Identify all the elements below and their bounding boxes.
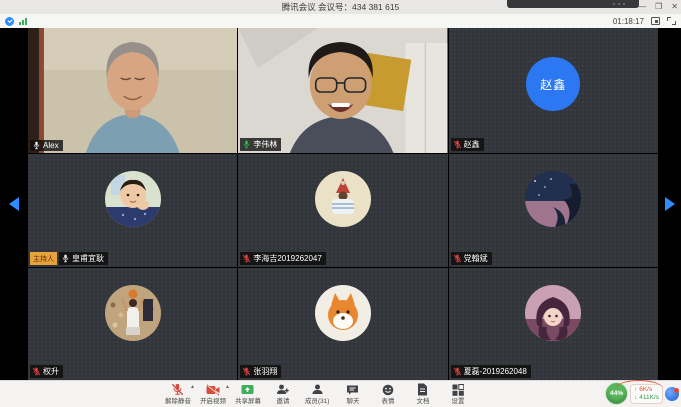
cpu-percent: 44% [610, 390, 623, 397]
avatar [315, 285, 371, 341]
next-page-arrow[interactable] [665, 197, 675, 211]
participant-name: 党翰斌 [464, 253, 488, 264]
network-signal-icon[interactable] [19, 17, 27, 25]
participant-name: 李伟林 [253, 139, 277, 150]
chat-bubble-icon [346, 382, 359, 396]
avatar: 赵鑫 [526, 57, 580, 111]
participant-name: 皇甫宜耿 [72, 253, 104, 264]
window-controls: — ❐ ✕ [638, 0, 678, 14]
prev-page-arrow[interactable] [9, 197, 19, 211]
avatar [315, 171, 371, 227]
share-screen-icon [241, 382, 254, 396]
mic-muted-icon [242, 254, 251, 263]
start-video-button[interactable]: ▲ 开启视频 [195, 382, 230, 407]
window-titlebar: 腾讯会议 会议号：434 381 615 — ❐ ✕ [0, 0, 681, 14]
window-title: 腾讯会议 会议号：434 381 615 [282, 1, 400, 13]
participant-name: 李海吉2019262047 [253, 253, 322, 264]
members-button[interactable]: 成员(31) [300, 382, 335, 407]
video-frame [28, 28, 237, 153]
video-stage: Alex [0, 28, 681, 380]
mic-on-icon [32, 141, 41, 150]
minimize-button[interactable]: — [638, 0, 646, 14]
settings-button[interactable]: 设置 [440, 382, 475, 407]
network-stats: ↑ 6K/s ↓ 411K/s [630, 384, 663, 404]
docs-button[interactable]: 文档 [405, 382, 440, 407]
video-tile-danghanbin[interactable]: 党翰斌 [449, 154, 658, 267]
mic-muted-icon [32, 367, 41, 376]
mic-muted-icon [453, 367, 462, 376]
upload-arrow-icon: ↑ [634, 386, 637, 393]
emoji-button[interactable]: 表情 [370, 382, 405, 407]
share-screen-button[interactable]: 共享屏幕 [230, 382, 265, 407]
avatar [525, 171, 581, 227]
participant-name: 夏磊-2019262048 [464, 366, 527, 377]
screenshot-icon[interactable] [651, 17, 660, 25]
security-shield-icon[interactable] [5, 17, 14, 26]
avatar [105, 285, 161, 341]
avatar-initials: 赵鑫 [540, 76, 566, 93]
invite-button[interactable]: 邀请 [265, 382, 300, 407]
chat-button[interactable]: 聊天 [335, 382, 370, 407]
meeting-toolbar: ▲ 解除静音 ▲ 开启视频 共享屏幕 邀请 [0, 380, 681, 407]
video-frame [238, 28, 447, 153]
notification-overlay-bar [507, 0, 639, 8]
members-icon [311, 382, 324, 396]
fullscreen-icon[interactable] [667, 17, 676, 25]
mic-muted-icon [453, 140, 462, 149]
meeting-statusbar: 01:18:17 [0, 14, 681, 28]
mic-muted-icon [171, 382, 184, 396]
video-tile-xialei[interactable]: 夏磊-2019262048 [449, 268, 658, 380]
avatar [105, 171, 161, 227]
video-tile-alex[interactable]: Alex [28, 28, 237, 153]
security-ball-icon[interactable] [665, 387, 679, 401]
download-arrow-icon: ↓ [634, 394, 637, 401]
participant-grid: Alex [28, 28, 658, 380]
smiley-icon [382, 382, 394, 396]
unmute-button[interactable]: ▲ 解除静音 [160, 382, 195, 407]
invite-person-icon [276, 382, 289, 396]
video-tile-zhaoxin[interactable]: 赵鑫 赵鑫 [449, 28, 658, 153]
mic-on-icon [61, 254, 70, 263]
system-monitor-widget[interactable]: 44% ↑ 6K/s ↓ 411K/s [605, 382, 679, 405]
close-button[interactable]: ✕ [671, 0, 678, 14]
camera-off-icon [206, 382, 220, 396]
mic-muted-icon [242, 367, 251, 376]
upload-speed: 6K/s [639, 386, 652, 393]
participant-name: Alex [43, 141, 59, 150]
video-tile-liweilin[interactable]: 李伟林 [238, 28, 447, 153]
participant-name: 张羽翔 [253, 366, 277, 377]
layout-grid-icon [452, 382, 464, 396]
host-badge: 主持人 [30, 252, 57, 265]
mic-muted-icon [453, 254, 462, 263]
download-speed: 411K/s [639, 394, 659, 401]
mic-speaking-icon [242, 140, 251, 149]
participant-name: 赵鑫 [464, 139, 480, 150]
video-tile-zhangyuxiang[interactable]: 张羽翔 [238, 268, 447, 380]
page-right-column [658, 28, 681, 380]
participant-name: 权升 [43, 366, 59, 377]
video-tile-huangfuyigeng[interactable]: 主持人 皇甫宜耿 [28, 154, 237, 267]
cpu-gauge: 44% [605, 382, 628, 405]
document-icon [417, 382, 428, 396]
avatar [525, 285, 581, 341]
page-left-column [0, 28, 28, 380]
meeting-duration: 01:18:17 [613, 17, 644, 26]
video-tile-lihaiji[interactable]: 李海吉2019262047 [238, 154, 447, 267]
maximize-button[interactable]: ❐ [655, 0, 662, 14]
video-tile-quansheng[interactable]: 权升 [28, 268, 237, 380]
